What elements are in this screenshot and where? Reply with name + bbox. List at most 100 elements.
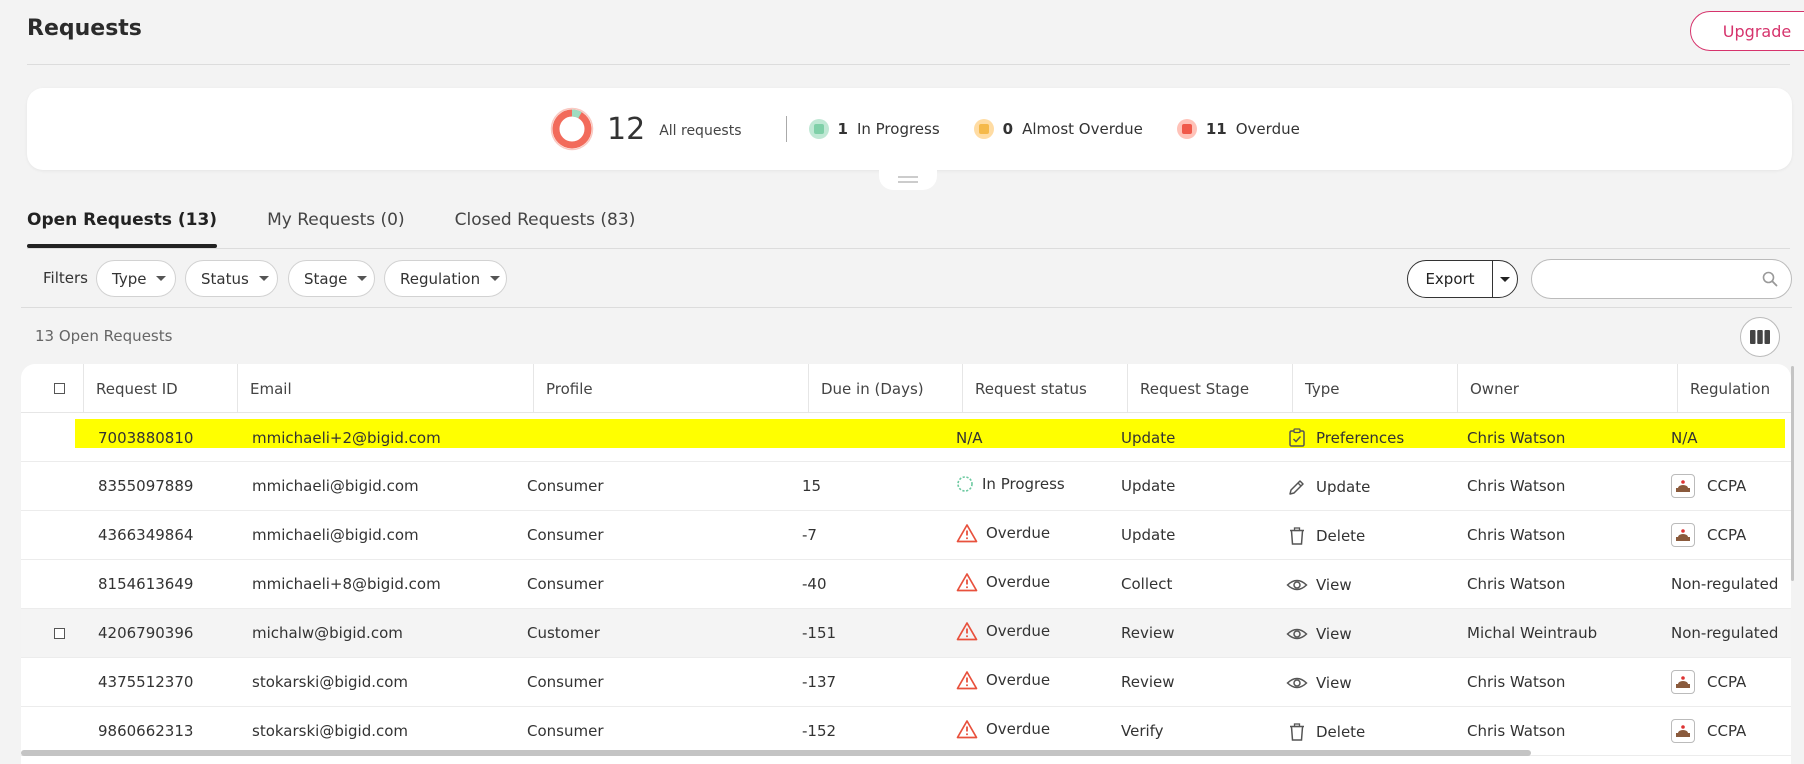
cell-owner: Chris Watson bbox=[1467, 722, 1566, 740]
cell-request-id: 4375512370 bbox=[98, 673, 194, 691]
table-row[interactable]: 4375512370 stokarski@bigid.com Consumer … bbox=[21, 658, 1791, 707]
cell-request-id: 8355097889 bbox=[98, 477, 194, 495]
cell-status-label: Overdue bbox=[986, 524, 1051, 542]
tab-closed-requests[interactable]: Closed Requests (83) bbox=[455, 210, 636, 248]
cell-regulation: CCPA bbox=[1671, 474, 1746, 498]
header-select-cell bbox=[21, 364, 84, 413]
cell-stage: Update bbox=[1121, 429, 1176, 447]
table-row[interactable]: 7003880810 mmichaeli+2@bigid.com N/A Upd… bbox=[21, 413, 1791, 462]
stat-in-progress: 1 In Progress bbox=[808, 119, 940, 139]
ccpa-flag-icon bbox=[1671, 474, 1695, 498]
cell-regulation: N/A bbox=[1671, 429, 1698, 447]
overdue-status-icon bbox=[1176, 119, 1197, 139]
cell-owner: Chris Watson bbox=[1467, 526, 1566, 544]
total-requests-count: 12 bbox=[607, 111, 646, 147]
cell-request-id: 4366349864 bbox=[98, 526, 194, 544]
cell-request-id: 4206790396 bbox=[98, 624, 194, 642]
cell-owner: Chris Watson bbox=[1467, 477, 1566, 495]
ccpa-flag-icon bbox=[1671, 719, 1695, 743]
table-row[interactable]: 8154613649 mmichaeli+8@bigid.com Consume… bbox=[21, 560, 1791, 609]
trash-icon bbox=[1286, 721, 1308, 743]
cell-request-id: 7003880810 bbox=[98, 429, 194, 447]
cell-regulation: Non-regulated bbox=[1671, 624, 1779, 642]
row-select-checkbox[interactable] bbox=[54, 628, 65, 639]
stat-label: In Progress bbox=[856, 120, 940, 138]
cell-regulation: CCPA bbox=[1671, 670, 1746, 694]
column-header-email[interactable]: Email bbox=[238, 364, 534, 413]
warning-icon bbox=[956, 718, 978, 740]
page-title: Requests bbox=[27, 16, 142, 41]
filters-divider bbox=[21, 307, 1792, 308]
in-progress-status-icon bbox=[808, 119, 829, 139]
table-row[interactable]: 4366349864 mmichaeli@bigid.com Consumer … bbox=[21, 511, 1791, 560]
column-header-request-id[interactable]: Request ID bbox=[84, 364, 238, 413]
search-icon[interactable] bbox=[1761, 270, 1779, 288]
tab-my-requests[interactable]: My Requests (0) bbox=[267, 210, 405, 248]
open-requests-count: 13 Open Requests bbox=[35, 327, 173, 345]
in-progress-icon bbox=[956, 473, 974, 495]
export-options-dropdown[interactable] bbox=[1493, 276, 1517, 282]
cell-regulation-label: CCPA bbox=[1707, 722, 1747, 740]
cell-type-label: View bbox=[1316, 674, 1352, 692]
cell-status: N/A bbox=[956, 429, 983, 447]
column-settings-button[interactable] bbox=[1740, 317, 1780, 357]
filter-label: Regulation bbox=[400, 269, 481, 288]
warning-icon bbox=[956, 620, 978, 642]
table-row[interactable]: 9860662313 stokarski@bigid.com Consumer … bbox=[21, 707, 1791, 756]
column-header-profile[interactable]: Profile bbox=[534, 364, 809, 413]
cell-due: -152 bbox=[802, 722, 837, 740]
caret-down-icon bbox=[357, 276, 368, 281]
cell-type: Preferences bbox=[1286, 428, 1404, 448]
cell-type: View bbox=[1286, 575, 1352, 595]
vertical-scrollbar[interactable] bbox=[1791, 366, 1794, 581]
cell-email: stokarski@bigid.com bbox=[252, 673, 409, 691]
stat-count: 11 bbox=[1205, 120, 1227, 138]
column-header-request-stage[interactable]: Request Stage bbox=[1128, 364, 1293, 413]
request-tabs: Open Requests (13) My Requests (0) Close… bbox=[27, 210, 685, 250]
search-input[interactable] bbox=[1531, 259, 1792, 299]
stat-count: 0 bbox=[1002, 120, 1014, 138]
filter-status-dropdown[interactable]: Status bbox=[185, 260, 278, 297]
requests-table: Request ID Email Profile Due in (Days) R… bbox=[21, 364, 1791, 764]
column-header-regulation[interactable]: Regulation bbox=[1678, 364, 1791, 413]
export-button[interactable]: Export bbox=[1408, 270, 1492, 288]
ccpa-flag-icon bbox=[1671, 523, 1695, 547]
cell-owner: Chris Watson bbox=[1467, 575, 1566, 593]
cell-stage: Update bbox=[1121, 477, 1176, 495]
cell-status-label: In Progress bbox=[982, 475, 1065, 493]
export-split-button: Export bbox=[1407, 260, 1518, 298]
table-row[interactable]: 8355097889 mmichaeli@bigid.com Consumer … bbox=[21, 462, 1791, 511]
collapse-handle-icon[interactable] bbox=[879, 168, 937, 190]
cell-email: mmichaeli+8@bigid.com bbox=[252, 575, 441, 593]
cell-email: mmichaeli@bigid.com bbox=[252, 526, 419, 544]
warning-icon bbox=[956, 571, 978, 593]
cell-type-label: View bbox=[1316, 625, 1352, 643]
cell-type: Delete bbox=[1286, 722, 1365, 742]
column-header-request-status[interactable]: Request status bbox=[963, 364, 1128, 413]
cell-email: stokarski@bigid.com bbox=[252, 722, 409, 740]
filter-type-dropdown[interactable]: Type bbox=[96, 260, 176, 297]
cell-type: View bbox=[1286, 673, 1352, 693]
select-all-checkbox[interactable] bbox=[54, 383, 65, 394]
cell-owner: Chris Watson bbox=[1467, 429, 1566, 447]
column-header-due[interactable]: Due in (Days) bbox=[809, 364, 963, 413]
column-header-type[interactable]: Type bbox=[1293, 364, 1458, 413]
upgrade-button[interactable]: Upgrade bbox=[1690, 11, 1804, 51]
cell-stage: Update bbox=[1121, 526, 1176, 544]
ccpa-flag-icon bbox=[1671, 670, 1695, 694]
cell-profile: Consumer bbox=[527, 673, 604, 691]
warning-icon bbox=[956, 522, 978, 544]
cell-due: -137 bbox=[802, 673, 837, 691]
cell-profile: Consumer bbox=[527, 526, 604, 544]
table-row[interactable]: 4206790396 michalw@bigid.com Customer -1… bbox=[21, 609, 1791, 658]
filter-stage-dropdown[interactable]: Stage bbox=[288, 260, 375, 297]
cell-profile: Consumer bbox=[527, 722, 604, 740]
column-header-owner[interactable]: Owner bbox=[1458, 364, 1678, 413]
almost-overdue-status-icon bbox=[973, 119, 994, 139]
tab-open-requests[interactable]: Open Requests (13) bbox=[27, 210, 218, 248]
horizontal-scrollbar[interactable] bbox=[21, 750, 1531, 756]
stat-overdue: 11 Overdue bbox=[1176, 119, 1300, 139]
filter-regulation-dropdown[interactable]: Regulation bbox=[384, 260, 507, 297]
cell-owner: Chris Watson bbox=[1467, 673, 1566, 691]
caret-down-icon bbox=[1500, 276, 1510, 282]
